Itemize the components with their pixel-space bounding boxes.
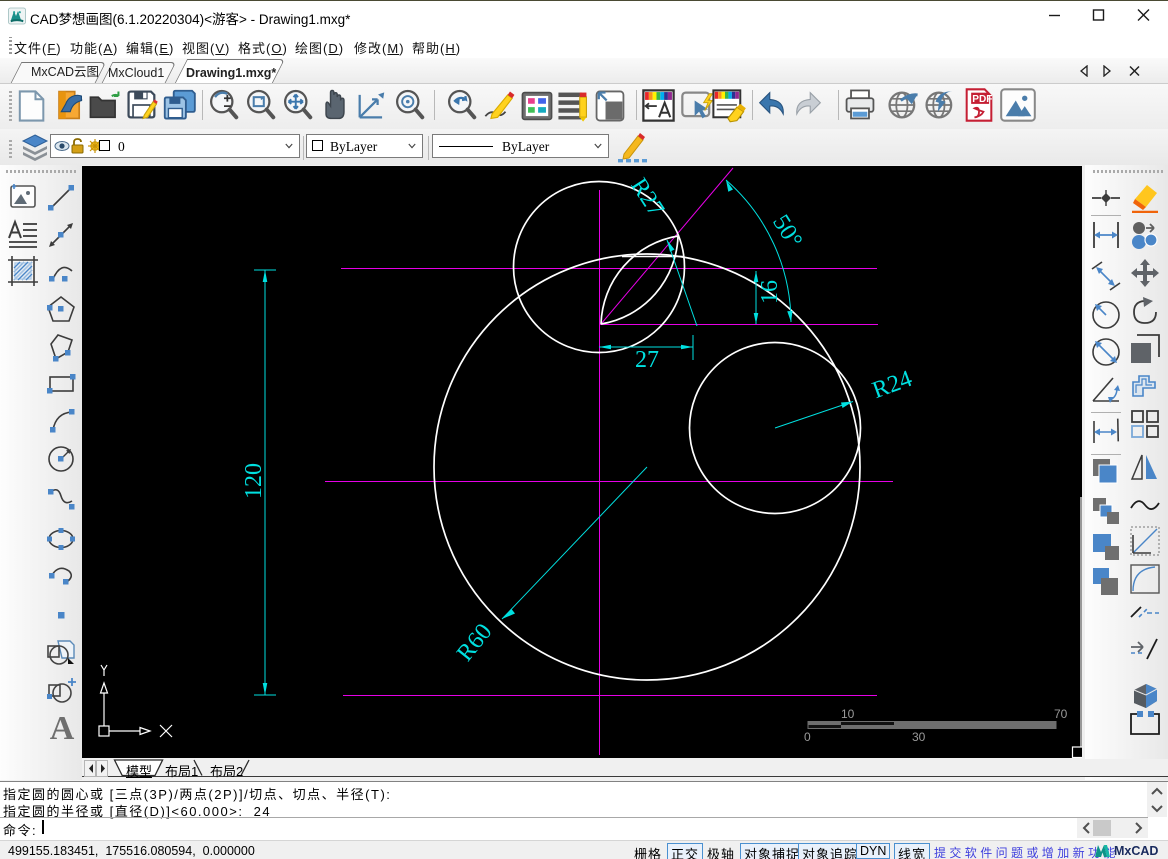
svg-text:16: 16: [757, 280, 783, 304]
svg-text:0: 0: [804, 730, 811, 744]
svg-text:R60: R60: [452, 619, 497, 666]
svg-text:70: 70: [1054, 707, 1068, 721]
svg-text:PDF: PDF: [972, 94, 992, 105]
svg-text:27: 27: [635, 347, 659, 373]
svg-text:R24: R24: [869, 366, 915, 404]
svg-text:120: 120: [241, 463, 267, 499]
svg-text:50°: 50°: [767, 210, 807, 252]
svg-text:R27: R27: [625, 174, 669, 222]
svg-text:10: 10: [841, 707, 855, 721]
svg-text:30: 30: [912, 730, 926, 744]
